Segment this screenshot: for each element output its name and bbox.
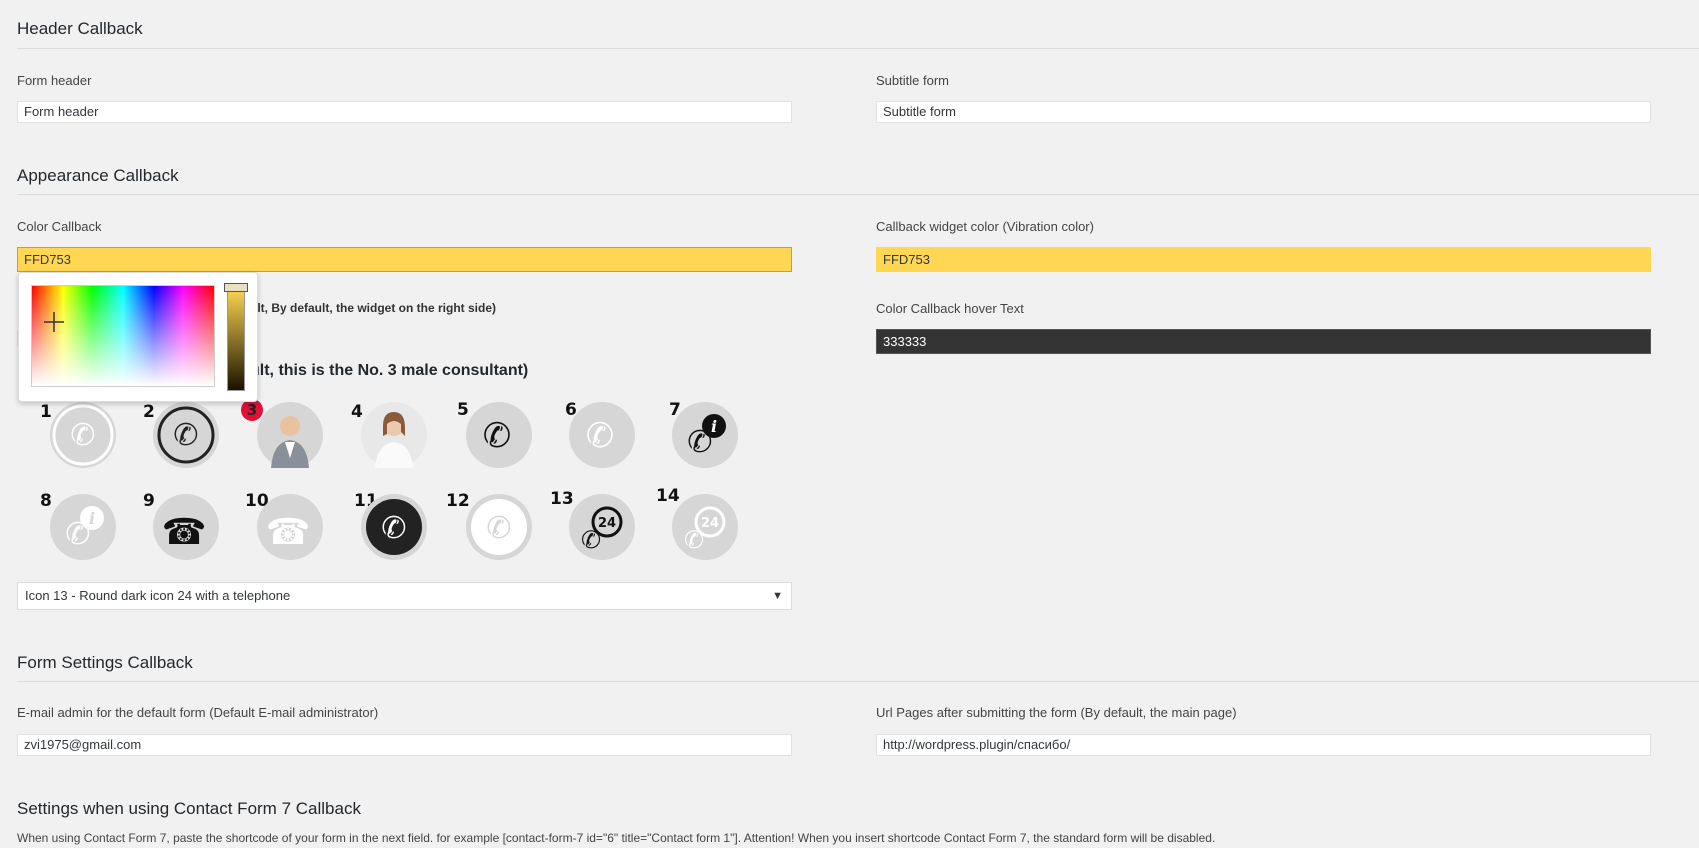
- widget-color-input[interactable]: FFD753: [876, 247, 1651, 272]
- icon-option-13[interactable]: 24 ✆: [569, 494, 635, 560]
- svg-text:✆: ✆: [586, 416, 615, 456]
- phone-info-icon: ✆i: [65, 506, 104, 552]
- male-consultant-icon: [271, 416, 309, 468]
- color-callback-input[interactable]: FFD753: [17, 247, 792, 272]
- icon-select[interactable]: Icon 13 - Round dark icon 24 with a tele…: [17, 582, 792, 610]
- icon-option-9[interactable]: ☎: [153, 494, 219, 560]
- phone-icon: ✆: [157, 406, 215, 464]
- url-label: Url Pages after submitting the form (By …: [876, 705, 1237, 720]
- phone-24-icon: 24✆: [581, 506, 623, 554]
- section-title-header: Header Callback: [17, 19, 143, 38]
- widget-color-label: Callback widget color (Vibration color): [876, 219, 1094, 234]
- icon-option-8[interactable]: ✆ i: [50, 494, 116, 560]
- svg-text:✆: ✆: [684, 526, 704, 554]
- divider: [17, 194, 1699, 195]
- form-header-label: Form header: [17, 73, 92, 88]
- divider: [17, 681, 1699, 682]
- position-label: ult, By default, the widget on the right…: [250, 301, 496, 315]
- svg-text:i: i: [89, 509, 95, 528]
- icon-option-2[interactable]: ✆: [153, 402, 219, 468]
- svg-text:✆: ✆: [581, 526, 601, 554]
- svg-text:☎: ☎: [266, 512, 311, 553]
- phone-icon: ✆: [52, 404, 114, 466]
- color-picker-brightness-bar[interactable]: [227, 287, 245, 391]
- svg-text:✆: ✆: [486, 511, 511, 546]
- url-input[interactable]: http://wordpress.plugin/спасибо/: [876, 734, 1651, 756]
- icon-option-1[interactable]: ✆: [50, 402, 116, 468]
- color-callback-label: Color Callback: [17, 219, 102, 234]
- email-label: E-mail admin for the default form (Defau…: [17, 705, 379, 720]
- desk-telephone-icon: ☎: [266, 512, 311, 553]
- phone-icon: ✆: [366, 499, 422, 555]
- hover-text-input[interactable]: 333333: [876, 329, 1651, 354]
- icon-select-value: Icon 13 - Round dark icon 24 with a tele…: [25, 588, 291, 603]
- cf7-description: When using Contact Form 7, paste the sho…: [17, 831, 1216, 845]
- svg-text:☎: ☎: [162, 512, 207, 553]
- hover-text-label: Color Callback hover Text: [876, 301, 1024, 316]
- icon-option-5[interactable]: ✆: [466, 402, 532, 468]
- svg-text:✆: ✆: [173, 418, 198, 453]
- section-title-form-settings: Form Settings Callback: [17, 653, 193, 672]
- crosshair-icon[interactable]: [43, 311, 65, 333]
- form-header-input[interactable]: Form header: [17, 101, 792, 123]
- color-picker-field[interactable]: [31, 285, 215, 387]
- phone-info-icon: ✆i: [687, 414, 726, 460]
- female-consultant-icon: [375, 412, 413, 468]
- section-title-cf7: Settings when using Contact Form 7 Callb…: [17, 799, 361, 818]
- icon-option-7[interactable]: ✆ i: [672, 402, 738, 468]
- icon-option-6[interactable]: ✆: [569, 402, 635, 468]
- divider: [17, 48, 1699, 49]
- icon-option-12[interactable]: ✆: [466, 494, 532, 560]
- chevron-down-icon: ▼: [772, 590, 783, 602]
- icon-option-10[interactable]: ☎: [257, 494, 323, 560]
- phone-icon: ✆: [471, 499, 527, 555]
- phone-icon: ✆: [586, 416, 615, 456]
- subtitle-input[interactable]: Subtitle form: [876, 101, 1651, 123]
- color-picker-popup: [18, 272, 258, 402]
- icon-label: ult, this is the No. 3 male consultant): [250, 362, 529, 379]
- svg-text:i: i: [711, 417, 717, 436]
- svg-text:✆: ✆: [70, 418, 95, 453]
- color-picker-slider-handle[interactable]: [224, 283, 248, 292]
- icon-option-11[interactable]: ✆: [361, 494, 427, 560]
- desk-telephone-icon: ☎: [162, 512, 207, 553]
- icon-option-14[interactable]: 24 ✆: [672, 494, 738, 560]
- section-title-appearance: Appearance Callback: [17, 166, 179, 185]
- phone-24-icon: 24✆: [684, 506, 726, 554]
- phone-icon: ✆: [483, 416, 512, 456]
- icon-option-4[interactable]: [361, 402, 427, 468]
- svg-text:✆: ✆: [483, 416, 512, 456]
- email-input[interactable]: zvi1975@gmail.com: [17, 734, 792, 756]
- svg-text:✆: ✆: [381, 511, 406, 546]
- icon-option-3[interactable]: [257, 402, 323, 468]
- subtitle-label: Subtitle form: [876, 73, 949, 88]
